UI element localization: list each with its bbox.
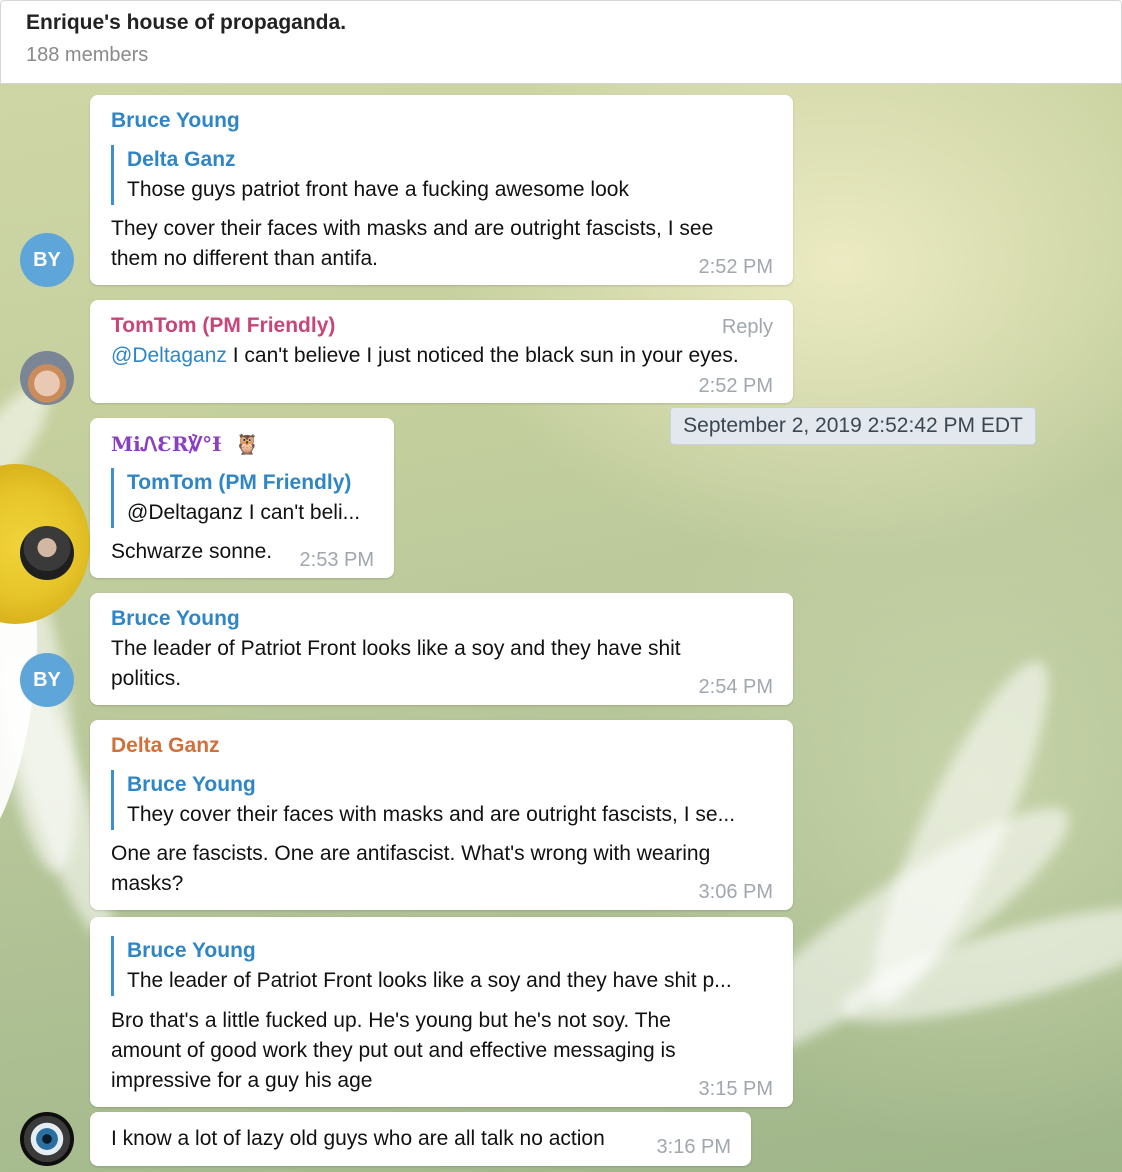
- message-text-line: Bro that's a little fucked up. He's youn…: [111, 1009, 671, 1032]
- message-time: 2:52 PM: [698, 375, 773, 397]
- message-text-line: masks?: [111, 872, 184, 895]
- chat-header[interactable]: Enrique's house of propaganda. 188 membe…: [0, 0, 1122, 84]
- message-text-line: The leader of Patriot Front looks like a…: [111, 637, 681, 660]
- message-text: They cover their faces with masks and ar…: [111, 214, 713, 274]
- reply-quote[interactable]: Bruce Young They cover their faces with …: [111, 770, 735, 830]
- quote-text: They cover their faces with masks and ar…: [127, 803, 736, 826]
- reply-quote[interactable]: Delta Ganz Those guys patriot front have…: [111, 145, 629, 205]
- date-tooltip: September 2, 2019 2:52:42 PM EDT: [670, 407, 1036, 445]
- message-author[interactable]: Bruce Young: [111, 106, 240, 136]
- message-author[interactable]: TomTom (PM Friendly): [111, 311, 335, 341]
- quote-author: Bruce Young: [127, 939, 256, 962]
- message-text-line: One are fascists. One are antifascist. W…: [111, 842, 711, 865]
- message-time: 3:16 PM: [656, 1136, 731, 1158]
- message-text-line: impressive for a guy his age: [111, 1069, 373, 1092]
- chat-title: Enrique's house of propaganda.: [26, 11, 347, 34]
- reply-quote[interactable]: Bruce Young The leader of Patriot Front …: [111, 936, 732, 996]
- message-bubble[interactable]: Delta Ganz Bruce Young They cover their …: [90, 720, 793, 910]
- quote-text: The leader of Patriot Front looks like a…: [127, 969, 732, 992]
- avatar[interactable]: BY: [20, 233, 74, 287]
- message-author[interactable]: Delta Ganz: [111, 731, 220, 761]
- message-bubble[interactable]: Bruce Young The leader of Patriot Front …: [90, 917, 793, 1107]
- message-author[interactable]: MiᏁƐR℣°Ɨ 🦉: [111, 429, 259, 459]
- message-time: 2:52 PM: [698, 256, 773, 278]
- message-text: @Deltaganz I can't believe I just notice…: [111, 341, 739, 371]
- message-author-name: MiᏁƐR℣°Ɨ: [111, 432, 222, 456]
- message-bubble[interactable]: MiᏁƐR℣°Ɨ 🦉 TomTom (PM Friendly) @Deltaga…: [90, 418, 394, 578]
- message-text-body: I can't believe I just noticed the black…: [226, 344, 739, 367]
- quote-author: TomTom (PM Friendly): [127, 471, 352, 494]
- reply-quote[interactable]: TomTom (PM Friendly) @Deltaganz I can't …: [111, 468, 360, 528]
- message-text-line: politics.: [111, 667, 182, 690]
- message-text: Schwarze sonne.: [111, 540, 273, 563]
- message-text-line: them no different than antifa.: [111, 247, 378, 270]
- avatar[interactable]: BY: [20, 653, 74, 707]
- quote-author: Delta Ganz: [127, 148, 236, 171]
- message-bubble[interactable]: TomTom (PM Friendly) Reply @Deltaganz I …: [90, 300, 793, 403]
- message-time: 2:54 PM: [698, 676, 773, 698]
- message-text: The leader of Patriot Front looks like a…: [111, 634, 681, 694]
- quote-author: Bruce Young: [127, 773, 256, 796]
- message-text-line: amount of good work they put out and eff…: [111, 1039, 676, 1062]
- message-bubble[interactable]: I know a lot of lazy old guys who are al…: [90, 1112, 751, 1166]
- mention-link[interactable]: @Deltaganz: [111, 344, 227, 367]
- message-text: Bro that's a little fucked up. He's youn…: [111, 1006, 676, 1096]
- member-count: 188 members: [26, 44, 149, 66]
- message-author[interactable]: Bruce Young: [111, 604, 240, 634]
- eye-avatar-icon[interactable]: [20, 1112, 74, 1166]
- message-text: I know a lot of lazy old guys who are al…: [111, 1127, 605, 1150]
- fox-avatar-icon[interactable]: [20, 351, 74, 405]
- bearded-man-avatar-icon[interactable]: [20, 526, 74, 580]
- quote-text: @Deltaganz I can't beli...: [127, 501, 361, 524]
- message-bubble[interactable]: Bruce Young Delta Ganz Those guys patrio…: [90, 95, 793, 285]
- message-text: One are fascists. One are antifascist. W…: [111, 839, 710, 899]
- message-time: 2:53 PM: [299, 549, 374, 571]
- owl-emoji-icon: 🦉: [234, 432, 260, 456]
- message-text-line: They cover their faces with masks and ar…: [111, 217, 714, 240]
- message-bubble[interactable]: Bruce Young The leader of Patriot Front …: [90, 593, 793, 705]
- message-time: 3:06 PM: [698, 881, 773, 903]
- message-time: 3:15 PM: [698, 1078, 773, 1100]
- quote-text: Those guys patriot front have a fucking …: [127, 178, 629, 201]
- reply-button[interactable]: Reply: [722, 312, 773, 342]
